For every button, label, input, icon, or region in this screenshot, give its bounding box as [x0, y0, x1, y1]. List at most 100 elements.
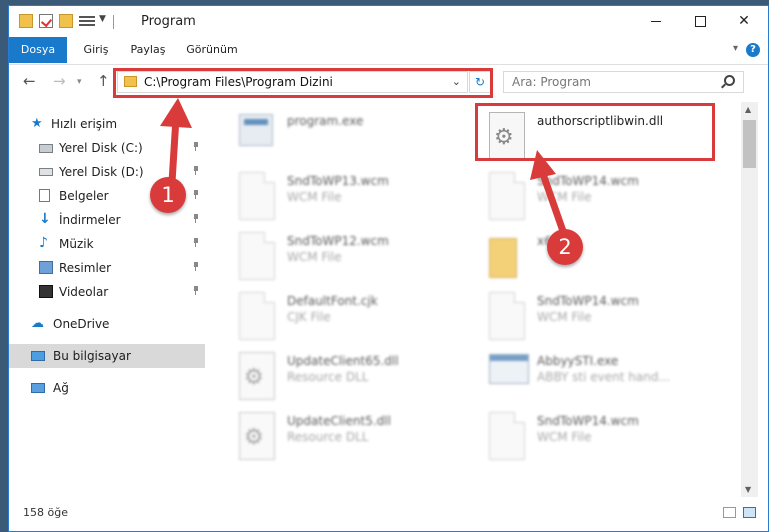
scroll-thumb[interactable]: [743, 120, 756, 168]
file-name: DefaultFont.cjk: [287, 294, 378, 308]
cloud-icon: ☁: [31, 316, 44, 331]
file-item[interactable]: SndToWP14.wcm WCM File: [459, 288, 699, 344]
help-icon[interactable]: ?: [746, 43, 760, 57]
file-type: WCM File: [287, 250, 342, 264]
pin-icon[interactable]: [193, 190, 199, 199]
details-view-icon[interactable]: [723, 507, 736, 518]
pictures-icon: [39, 261, 53, 274]
new-folder-icon[interactable]: [59, 14, 73, 28]
tab-view[interactable]: Görünüm: [181, 37, 243, 63]
minimize-icon: [651, 20, 661, 22]
music-icon: ♪: [39, 235, 48, 251]
folder-icon: [489, 238, 517, 278]
application-icon: [489, 354, 529, 384]
folder-icon: [19, 14, 33, 28]
drive-icon: [39, 144, 53, 153]
pin-icon[interactable]: [193, 286, 199, 295]
file-type: Resource DLL: [287, 370, 369, 384]
file-icon: [489, 412, 525, 460]
sidebar-item-onedrive[interactable]: ☁ OneDrive: [9, 312, 205, 336]
sidebar-item-network[interactable]: Ağ: [9, 376, 205, 400]
up-arrow-icon[interactable]: ↑: [97, 72, 110, 90]
forward-arrow-icon[interactable]: →: [53, 72, 66, 90]
sidebar-item-music[interactable]: ♪ Müzik: [9, 232, 205, 256]
sidebar-item-local-disk-c[interactable]: Yerel Disk (C:): [9, 136, 205, 160]
refresh-button[interactable]: ↻: [469, 71, 491, 93]
sidebar-item-videos[interactable]: Videolar: [9, 280, 205, 304]
file-item-authorscriptlibwin[interactable]: authorscriptlibwin.dll: [459, 108, 699, 164]
title-bar: ▼ Program ✕: [9, 6, 768, 36]
search-icon[interactable]: [724, 75, 735, 86]
scroll-up-icon[interactable]: ▲: [745, 105, 751, 114]
sidebar-item-downloads[interactable]: ↓ İndirmeler: [9, 208, 205, 232]
file-name: program.exe: [287, 114, 364, 128]
address-path[interactable]: C:\Program Files\Program Dizini: [144, 75, 333, 89]
file-item[interactable]: SndToWP12.wcm WCM File: [209, 228, 449, 284]
vertical-scrollbar[interactable]: ▲ ▼: [741, 102, 758, 497]
file-type: WCM File: [287, 190, 342, 204]
file-item[interactable]: UpdateClient65.dll Resource DLL: [209, 348, 449, 404]
sidebar-item-quick-access[interactable]: ★ Hızlı erişim: [9, 112, 205, 136]
file-name: UpdateClient65.dll: [287, 354, 399, 368]
tab-home[interactable]: Giriş: [75, 37, 117, 63]
large-icons-view-icon[interactable]: [743, 507, 756, 518]
quick-access-dropdown-icon[interactable]: ▼: [99, 14, 106, 24]
pin-icon[interactable]: [193, 166, 199, 175]
file-item[interactable]: program.exe: [209, 108, 449, 164]
pin-icon[interactable]: [193, 142, 199, 151]
sidebar-item-label: Bu bilgisayar: [53, 349, 131, 363]
sidebar-item-this-pc[interactable]: Bu bilgisayar: [9, 344, 205, 368]
item-count: 158 öğe: [23, 506, 68, 519]
file-type: WCM File: [537, 310, 592, 324]
maximize-button[interactable]: [678, 6, 722, 36]
file-type: WCM File: [537, 430, 592, 444]
chevron-down-icon[interactable]: ⌄: [452, 75, 461, 88]
file-name: SndToWP14.wcm: [537, 174, 639, 188]
pin-icon[interactable]: [193, 214, 199, 223]
file-item[interactable]: AbbyySTI.exe ABBY sti event hand...: [459, 348, 699, 404]
file-item[interactable]: SndToWP13.wcm WCM File: [209, 168, 449, 224]
explorer-window: ▼ Program ✕ Dosya Giriş Paylaş Görünüm ▾…: [8, 5, 769, 532]
tab-share[interactable]: Paylaş: [125, 37, 171, 63]
minimize-button[interactable]: [634, 6, 678, 36]
sidebar-item-label: Belgeler: [59, 189, 109, 203]
file-icon: [239, 232, 275, 280]
close-button[interactable]: ✕: [722, 6, 766, 36]
back-arrow-icon[interactable]: ←: [23, 72, 36, 90]
file-item[interactable]: UpdateClient5.dll Resource DLL: [209, 408, 449, 464]
step-1-badge: 1: [150, 177, 186, 213]
folder-icon: [124, 76, 137, 87]
file-name: AbbyySTI.exe: [537, 354, 619, 368]
sidebar-item-label: Hızlı erişim: [51, 117, 118, 131]
scroll-down-icon[interactable]: ▼: [745, 485, 751, 494]
network-icon: [31, 383, 45, 393]
recent-locations-icon[interactable]: ▾: [77, 77, 82, 87]
search-box[interactable]: [503, 71, 744, 93]
file-name: UpdateClient5.dll: [287, 414, 391, 428]
refresh-icon: ↻: [474, 75, 486, 89]
window-title: Program: [141, 14, 196, 29]
file-name: authorscriptlibwin.dll: [537, 114, 664, 128]
view-options-icon[interactable]: [79, 14, 95, 28]
tab-file[interactable]: Dosya: [9, 37, 67, 63]
address-bar[interactable]: C:\Program Files\Program Dizini ⌄: [117, 71, 468, 93]
dll-file-icon: [489, 112, 525, 160]
sidebar-item-label: OneDrive: [53, 317, 110, 331]
sidebar-item-label: Yerel Disk (C:): [59, 141, 143, 155]
file-item[interactable]: SndToWP14.wcm WCM File: [459, 168, 699, 224]
navigation-pane: ★ Hızlı erişim Yerel Disk (C:) Yerel Dis…: [9, 102, 205, 497]
file-icon: [239, 292, 275, 340]
file-type: Resource DLL: [287, 430, 369, 444]
file-item[interactable]: SndToWP14.wcm WCM File: [459, 408, 699, 464]
properties-icon[interactable]: [39, 14, 53, 28]
sidebar-item-label: Ağ: [53, 381, 69, 395]
sidebar-item-label: Müzik: [59, 237, 94, 251]
expand-ribbon-icon[interactable]: ▾: [733, 43, 738, 54]
video-icon: [39, 285, 53, 298]
dll-file-icon: [239, 352, 275, 400]
sidebar-item-pictures[interactable]: Resimler: [9, 256, 205, 280]
file-item[interactable]: DefaultFont.cjk CJK File: [209, 288, 449, 344]
pin-icon[interactable]: [193, 262, 199, 271]
search-input[interactable]: [504, 72, 730, 92]
pin-icon[interactable]: [193, 238, 199, 247]
